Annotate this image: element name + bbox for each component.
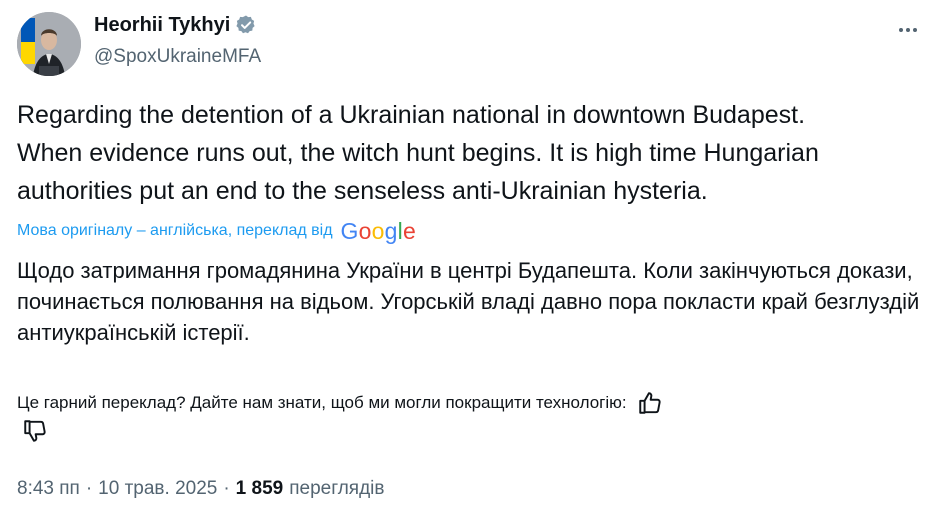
translation-note: Мова оригіналу – англійська, переклад ві…	[17, 218, 416, 244]
translation-feedback: Це гарний переклад? Дайте нам знати, щоб…	[17, 390, 663, 416]
google-logo: Google	[340, 218, 416, 244]
tweet-time[interactable]: 8:43 пп	[17, 477, 80, 501]
views-count: 1 859	[235, 478, 284, 499]
tweet-meta: 8:43 пп · 10 трав. 2025 · 1 859 перегляд…	[17, 477, 385, 501]
author-name-row: Heorhii Tykhyi	[94, 13, 257, 37]
meta-separator: ·	[223, 478, 230, 499]
thumbs-up-icon[interactable]	[637, 390, 663, 416]
author-display-name[interactable]: Heorhii Tykhyi	[94, 13, 230, 37]
more-options-icon[interactable]	[896, 18, 920, 42]
views-label: переглядів	[289, 478, 385, 499]
tweet-text: Regarding the detention of a Ukrainian n…	[17, 101, 819, 205]
translation-note-text: Мова оригіналу – англійська, переклад ві…	[17, 222, 333, 239]
meta-separator: ·	[85, 478, 93, 499]
feedback-prompt: Це гарний переклад? Дайте нам знати, щоб…	[17, 393, 627, 412]
author-handle[interactable]: @SpoxUkraineMFA	[94, 45, 261, 69]
avatar[interactable]	[17, 12, 81, 76]
tweet-date[interactable]: 10 трав. 2025	[98, 477, 217, 501]
verified-badge-icon	[236, 15, 255, 34]
thumbs-down-icon[interactable]	[22, 418, 48, 444]
translated-text: Щодо затримання громадянина України в це…	[17, 258, 920, 345]
profile-photo	[17, 12, 81, 76]
